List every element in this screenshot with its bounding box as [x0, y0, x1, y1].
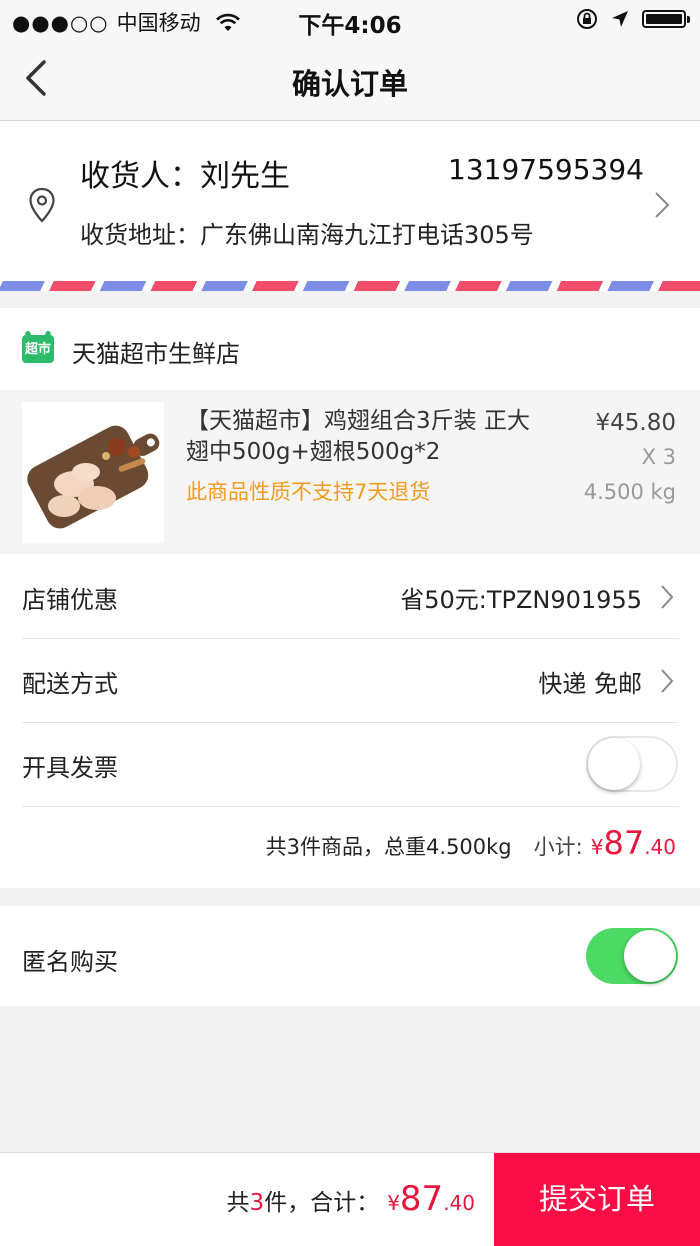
rotation-lock-icon	[577, 9, 597, 29]
shop-discount-row[interactable]: 店铺优惠 省50元:TPZN901955	[22, 554, 678, 639]
location-pin-icon	[29, 187, 55, 223]
address-card[interactable]: 收货人：刘先生 13197595394 收货地址：广东佛山南海九江打电话305号	[0, 121, 700, 281]
chicken-wings-image	[22, 402, 164, 543]
status-bar: ●●●○○ 中国移动 下午4:06	[0, 0, 700, 39]
airmail-stripe-divider	[0, 281, 700, 291]
chevron-right-icon	[655, 192, 670, 218]
total-currency: ¥	[387, 1191, 400, 1215]
shop-name: 天猫超市生鲜店	[72, 340, 240, 368]
supermarket-logo-icon: 超市	[22, 335, 54, 363]
delivery-method-value: 快递 免邮	[538, 670, 642, 698]
return-policy-notice: 此商品性质不支持7天退货	[186, 480, 431, 504]
chevron-right-icon	[661, 669, 674, 693]
invoice-toggle[interactable]	[586, 736, 678, 792]
receiver-name: 收货人：刘先生	[80, 159, 290, 194]
toggle-knob	[624, 930, 676, 982]
invoice-row: 开具发票	[22, 722, 678, 807]
shop-header: 超市 天猫超市生鲜店	[0, 308, 700, 390]
product-name: 【天猫超市】鸡翅组合3斤装 正大翅中500g+翅根500g*2	[186, 408, 530, 465]
product-weight: 4.500 kg	[583, 480, 676, 504]
order-summary: 共3件商品，总重4.500kg 小计: ¥ 87 .40	[266, 824, 676, 862]
nav-bar: 确认订单	[0, 38, 700, 121]
page-title: 确认订单	[291, 67, 408, 101]
total-item-count: 3	[249, 1190, 265, 1216]
submit-order-button[interactable]: 提交订单	[494, 1153, 700, 1246]
summary-text: 共3件商品，总重4.500kg	[265, 835, 512, 859]
location-arrow-icon	[612, 11, 628, 27]
shop-discount-label: 店铺优惠	[22, 586, 118, 614]
toggle-knob	[588, 738, 640, 790]
subtotal-decimal: .40	[644, 835, 676, 859]
total-label: 件，合计：	[264, 1190, 380, 1216]
receiver-phone: 13197595394	[448, 153, 644, 186]
subtotal-currency: ¥	[590, 835, 604, 859]
delivery-method-row[interactable]: 配送方式 快递 免邮	[22, 638, 678, 723]
product-quantity: X 3	[641, 445, 676, 469]
order-options: 店铺优惠 省50元:TPZN901955 配送方式 快递 免邮 开具发票 共3件…	[0, 554, 700, 888]
total-prefix: 共	[226, 1190, 250, 1216]
product-price: ¥45.80	[595, 410, 676, 436]
anonymous-purchase-label: 匿名购买	[22, 948, 118, 976]
total-decimal: .40	[443, 1191, 475, 1215]
delivery-address: 收货地址：广东佛山南海九江打电话305号	[80, 221, 534, 249]
subtotal-label: 小计:	[533, 835, 583, 859]
shop-discount-value: 省50元:TPZN901955	[400, 586, 642, 614]
battery-icon	[642, 10, 690, 28]
anonymous-purchase-toggle[interactable]	[586, 928, 678, 984]
chevron-right-icon	[661, 585, 674, 609]
invoice-label: 开具发票	[22, 754, 118, 782]
bottom-bar: 共 3 件，合计： ¥ 87 .40 提交订单	[0, 1152, 700, 1246]
subtotal-integer: 87	[603, 824, 645, 862]
total-integer: 87	[399, 1179, 444, 1219]
status-icons	[576, 8, 690, 30]
product-item[interactable]: 【天猫超市】鸡翅组合3斤装 正大翅中500g+翅根500g*2 此商品性质不支持…	[0, 390, 700, 554]
delivery-method-label: 配送方式	[22, 670, 118, 698]
anonymous-purchase-row: 匿名购买	[0, 906, 700, 1006]
product-image	[22, 402, 164, 543]
order-total: 共 3 件，合计： ¥ 87 .40	[227, 1179, 475, 1219]
